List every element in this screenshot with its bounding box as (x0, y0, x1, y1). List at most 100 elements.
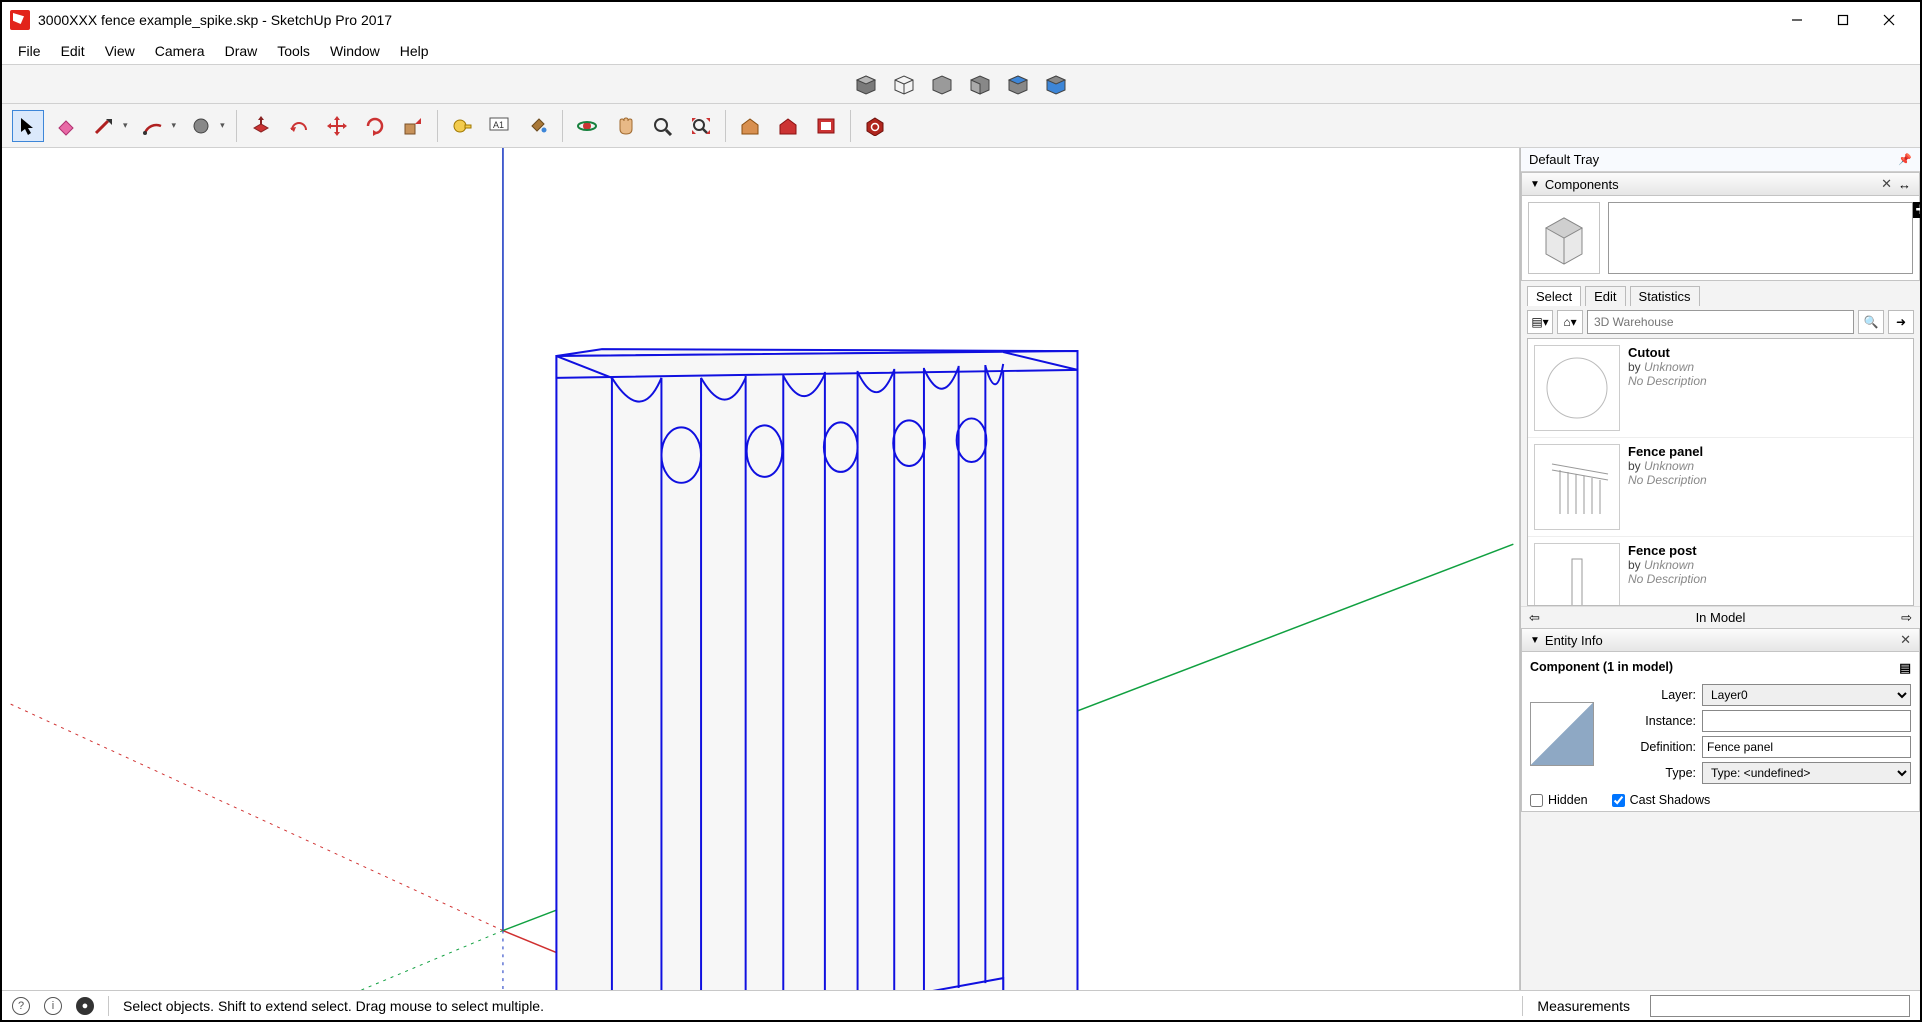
menu-edit[interactable]: Edit (51, 41, 95, 61)
svg-text:A1: A1 (493, 120, 504, 130)
components-title: Components (1545, 177, 1619, 192)
search-input[interactable] (1587, 310, 1854, 334)
maximize-button[interactable] (1820, 4, 1866, 36)
menu-help[interactable]: Help (390, 41, 439, 61)
menu-camera[interactable]: Camera (145, 41, 215, 61)
close-button[interactable] (1866, 4, 1912, 36)
components-preview: ✚ (1521, 196, 1920, 281)
eraser-tool[interactable] (50, 110, 82, 142)
measurements-field[interactable] (1650, 995, 1910, 1017)
line-tool[interactable] (88, 110, 120, 142)
window-title: 3000XXX fence example_spike.skp - Sketch… (38, 12, 1774, 28)
geolocation-icon[interactable]: ● (76, 997, 94, 1015)
instance-field[interactable] (1702, 710, 1911, 732)
panel-menu-icon[interactable]: ↔ (1898, 177, 1911, 192)
entity-info-panel-header[interactable]: ▼ Entity Info ✕ (1521, 628, 1920, 652)
layout-tool[interactable] (810, 110, 842, 142)
arc-tool[interactable] (137, 110, 169, 142)
style-xray-icon[interactable] (1040, 70, 1072, 98)
menu-draw[interactable]: Draw (215, 41, 268, 61)
list-item[interactable]: Fence panel by Unknown No Description (1528, 438, 1913, 537)
shapes-tool[interactable] (185, 110, 217, 142)
component-desc: No Description (1628, 473, 1707, 487)
type-select[interactable]: Type: <undefined> (1702, 762, 1911, 784)
tray-title-label: Default Tray (1529, 152, 1599, 167)
tray-title[interactable]: Default Tray 📌 (1521, 148, 1920, 172)
dropdown-icon[interactable]: ▾ (123, 120, 128, 131)
viewport[interactable] (2, 148, 1520, 990)
tab-statistics[interactable]: Statistics (1630, 286, 1700, 306)
hidden-checkbox[interactable]: Hidden (1530, 793, 1588, 807)
nav-back-icon[interactable]: ⇦ (1529, 610, 1540, 626)
warehouse-tool[interactable] (734, 110, 766, 142)
offset-tool[interactable] (283, 110, 315, 142)
definition-field[interactable] (1702, 736, 1911, 758)
zoom-tool[interactable] (647, 110, 679, 142)
style-shaded-textures-icon[interactable] (964, 70, 996, 98)
style-shaded-icon[interactable] (850, 70, 882, 98)
components-tabs: Select Edit Statistics (1521, 281, 1920, 306)
info-icon[interactable]: i (44, 997, 62, 1015)
view-options-icon[interactable]: ▤▾ (1527, 310, 1553, 334)
add-description-icon[interactable]: ✚ (1913, 202, 1920, 218)
material-swatch[interactable] (1530, 702, 1594, 766)
dropdown-icon[interactable]: ▾ (220, 120, 225, 131)
scale-tool[interactable] (397, 110, 429, 142)
paint-bucket-tool[interactable] (522, 110, 554, 142)
rotate-tool[interactable] (359, 110, 391, 142)
extension-warehouse-tool[interactable] (772, 110, 804, 142)
menu-file[interactable]: File (8, 41, 51, 61)
tab-select[interactable]: Select (1527, 286, 1581, 306)
entity-heading: Component (1 in model) (1530, 660, 1673, 675)
tab-edit[interactable]: Edit (1585, 286, 1625, 306)
component-desc: No Description (1628, 572, 1707, 586)
cast-shadows-checkbox[interactable]: Cast Shadows (1612, 793, 1711, 807)
component-description-field[interactable]: ✚ (1608, 202, 1913, 274)
menu-view[interactable]: View (95, 41, 145, 61)
pan-tool[interactable] (609, 110, 641, 142)
type-label: Type: (1604, 766, 1696, 780)
style-wireframe-icon[interactable] (888, 70, 920, 98)
components-panel-header[interactable]: ▼ Components ✕ ↔ (1521, 172, 1920, 196)
dropdown-icon[interactable]: ▾ (172, 120, 177, 131)
component-author: by Unknown (1628, 558, 1707, 572)
nav-forward-icon[interactable]: ⇨ (1901, 610, 1912, 626)
component-thumbnail[interactable] (1528, 202, 1600, 274)
pin-icon[interactable]: 📌 (1898, 153, 1912, 166)
instance-label: Instance: (1604, 714, 1696, 728)
orbit-tool[interactable] (571, 110, 603, 142)
measurements-label: Measurements (1537, 998, 1630, 1014)
pushpull-tool[interactable] (245, 110, 277, 142)
list-item[interactable]: Fence post by Unknown No Description (1528, 537, 1913, 606)
home-icon[interactable]: ⌂▾ (1557, 310, 1583, 334)
app-icon (10, 10, 30, 30)
component-thumb (1534, 444, 1620, 530)
style-hidden-line-icon[interactable] (926, 70, 958, 98)
forward-icon[interactable]: ➜ (1888, 310, 1914, 334)
component-author: by Unknown (1628, 459, 1707, 473)
component-name: Fence panel (1628, 444, 1707, 459)
tape-measure-tool[interactable] (446, 110, 478, 142)
style-monochrome-icon[interactable] (1002, 70, 1034, 98)
list-item[interactable]: Cutout by Unknown No Description (1528, 339, 1913, 438)
layer-select[interactable]: Layer0 (1702, 684, 1911, 706)
select-tool[interactable] (12, 110, 44, 142)
help-icon[interactable]: ? (12, 997, 30, 1015)
entity-menu-icon[interactable]: ▤ (1899, 660, 1911, 675)
menu-tools[interactable]: Tools (267, 41, 320, 61)
menu-window[interactable]: Window (320, 41, 390, 61)
search-icon[interactable]: 🔍 (1858, 310, 1884, 334)
default-tray: Default Tray 📌 ▼ Components ✕ ↔ ✚ Select… (1520, 148, 1920, 990)
styles-toolbar (2, 64, 1920, 104)
text-tool[interactable]: A1 (484, 110, 516, 142)
components-list[interactable]: Cutout by Unknown No Description Fence p… (1527, 338, 1914, 606)
component-desc: No Description (1628, 374, 1707, 388)
collapse-icon: ▼ (1530, 179, 1540, 190)
minimize-button[interactable] (1774, 4, 1820, 36)
close-panel-icon[interactable]: ✕ (1881, 176, 1892, 192)
extension-manager-tool[interactable] (859, 110, 891, 142)
move-tool[interactable] (321, 110, 353, 142)
zoom-extents-tool[interactable] (685, 110, 717, 142)
main-toolbar: ▾ ▾ ▾ A1 (2, 104, 1920, 148)
close-panel-icon[interactable]: ✕ (1900, 632, 1911, 648)
